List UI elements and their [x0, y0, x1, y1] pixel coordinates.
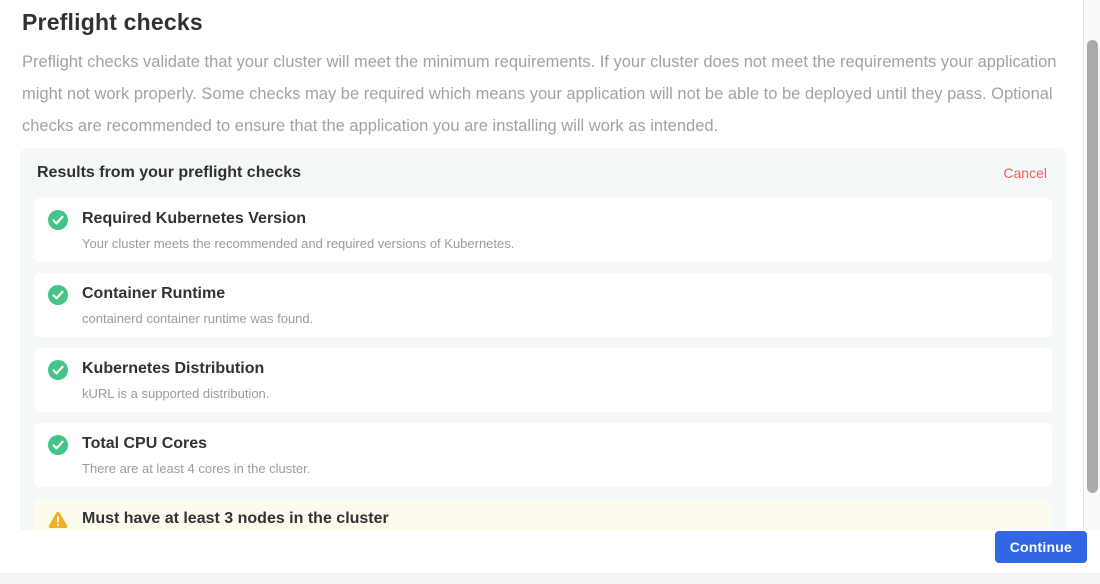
check-text: Required Kubernetes Version Your cluster… [82, 209, 514, 251]
check-title: Kubernetes Distribution [82, 359, 269, 379]
page-title: Preflight checks [22, 9, 1083, 36]
check-text: Container Runtime containerd container r… [82, 284, 313, 326]
check-circle-icon [48, 360, 68, 380]
results-panel-header: Results from your preflight checks Cance… [34, 162, 1052, 182]
check-title: Must have at least 3 nodes in the cluste… [82, 509, 389, 529]
check-row: Kubernetes Distribution kURL is a suppor… [34, 348, 1052, 412]
check-row: Total CPU Cores There are at least 4 cor… [34, 423, 1052, 487]
check-title: Required Kubernetes Version [82, 209, 514, 229]
check-title: Container Runtime [82, 284, 313, 304]
check-list: Required Kubernetes Version Your cluster… [34, 198, 1052, 530]
check-title: Total CPU Cores [82, 434, 310, 454]
warning-triangle-icon [48, 510, 68, 530]
page-description: Preflight checks validate that your clus… [22, 46, 1066, 142]
check-message: There are at least 4 cores in the cluste… [82, 461, 310, 476]
bottom-strip [0, 573, 1100, 584]
check-text: Total CPU Cores There are at least 4 cor… [82, 434, 310, 476]
check-circle-icon [48, 210, 68, 230]
check-circle-icon [48, 435, 68, 455]
check-text: Must have at least 3 nodes in the cluste… [82, 509, 389, 530]
scrollbar-thumb[interactable] [1087, 40, 1098, 493]
check-circle-icon [48, 285, 68, 305]
cancel-button[interactable]: Cancel [1003, 165, 1047, 181]
scroll-area: Preflight checks Preflight checks valida… [0, 0, 1084, 530]
results-panel: Results from your preflight checks Cance… [20, 148, 1066, 530]
check-row: Container Runtime containerd container r… [34, 273, 1052, 337]
footer-bar: Continue [0, 530, 1100, 573]
check-message: kURL is a supported distribution. [82, 386, 269, 401]
check-message: Your cluster meets the recommended and r… [82, 236, 514, 251]
continue-button[interactable]: Continue [995, 531, 1087, 563]
check-row: Required Kubernetes Version Your cluster… [34, 198, 1052, 262]
check-row: Must have at least 3 nodes in the cluste… [34, 498, 1052, 530]
check-text: Kubernetes Distribution kURL is a suppor… [82, 359, 269, 401]
preflight-page: Preflight checks Preflight checks valida… [0, 0, 1100, 584]
check-message: containerd container runtime was found. [82, 311, 313, 326]
results-panel-title: Results from your preflight checks [37, 164, 301, 182]
